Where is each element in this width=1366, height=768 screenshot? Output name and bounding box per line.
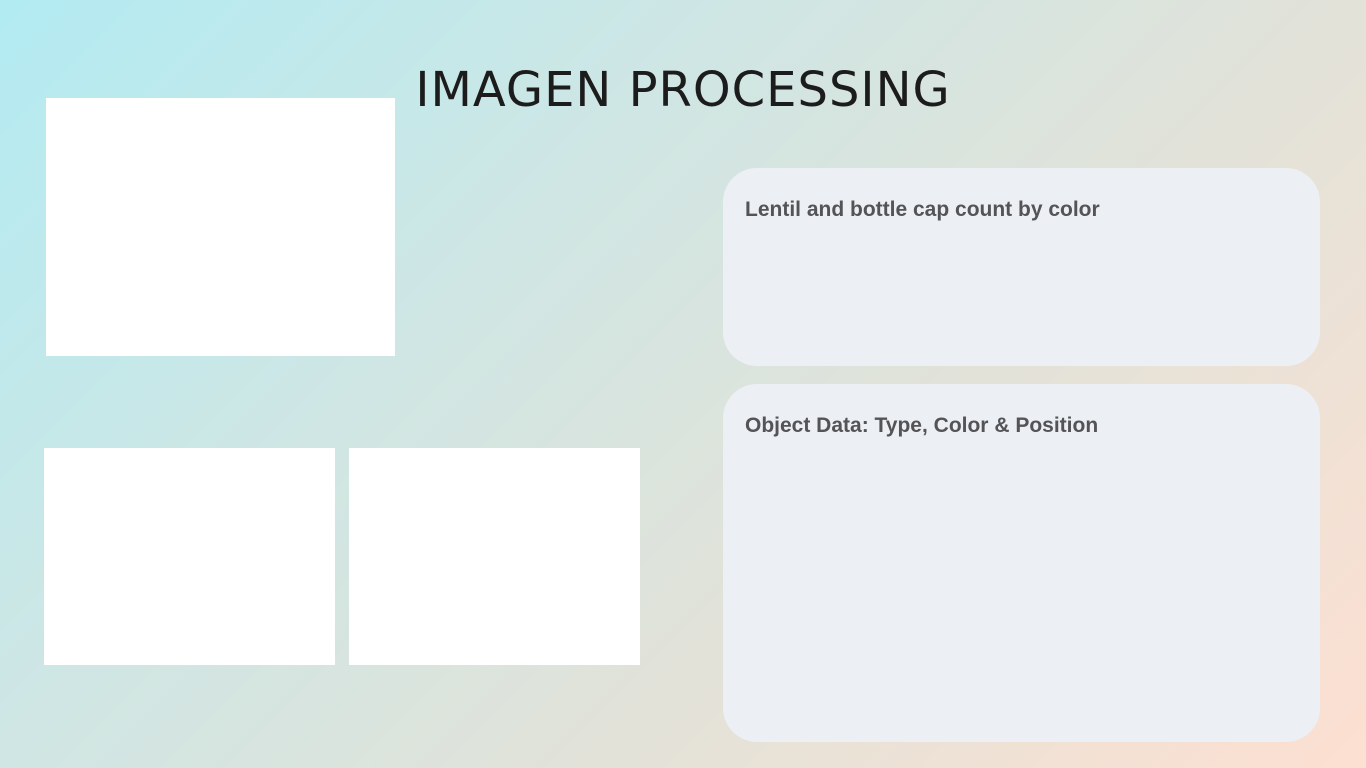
object-data-panel: Object Data: Type, Color & Position bbox=[723, 384, 1320, 742]
processed-image-frame-right bbox=[349, 448, 640, 665]
processed-image-frame-left bbox=[44, 448, 335, 665]
color-count-panel-title: Lentil and bottle cap count by color bbox=[745, 198, 1100, 221]
object-data-panel-title: Object Data: Type, Color & Position bbox=[745, 414, 1099, 437]
color-count-panel: Lentil and bottle cap count by color bbox=[723, 168, 1320, 366]
main-image-frame bbox=[46, 98, 395, 356]
